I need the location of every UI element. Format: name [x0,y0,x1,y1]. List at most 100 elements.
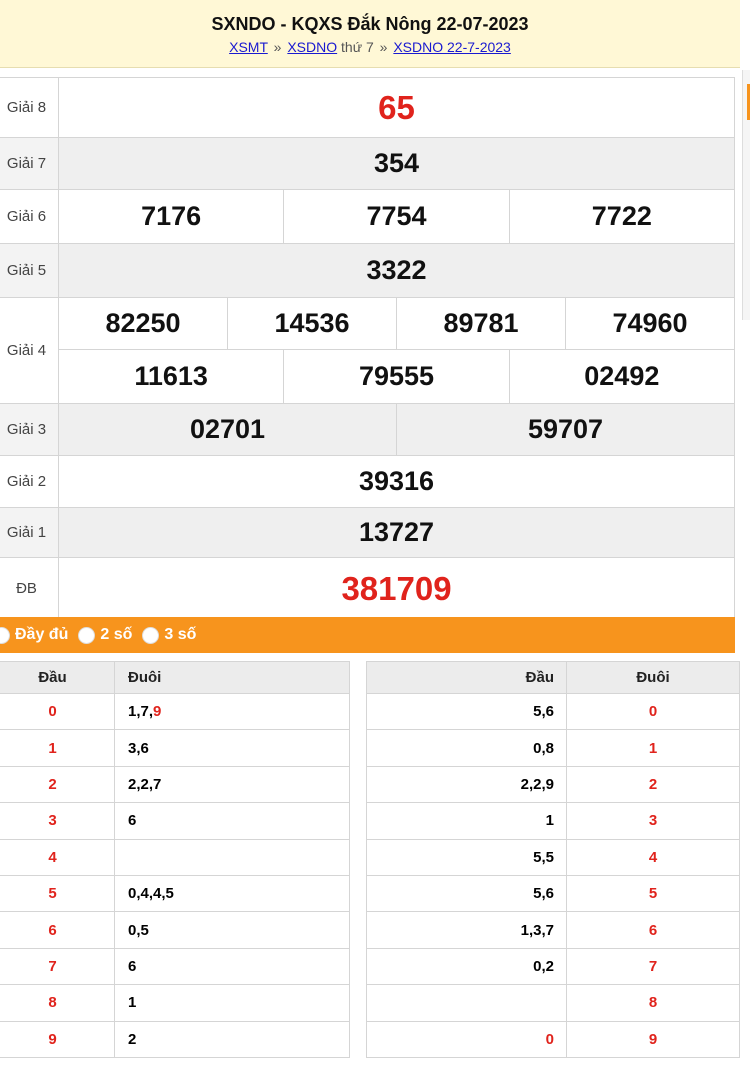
loto-head-digit: 9 [0,1020,115,1058]
loto-tail-text: 6 [128,957,137,975]
loto-tail-values: 6 [114,947,350,986]
prize-number-special: 381709 [341,569,452,607]
filter-option-label: Đầy đủ [15,626,69,643]
table-row: 92 [0,1020,350,1058]
loto-tail-text: 0,5 [128,921,149,939]
loto-tail-values: 0,4,4,5 [114,874,350,913]
prize-label-db: ĐB [0,557,59,620]
prize-value-g1: 13727 [58,507,735,558]
loto-tail-digit: 1 [566,729,740,767]
prize-label-g4: Giải 4 [0,297,59,404]
breadcrumb-link-xsmt[interactable]: XSMT [229,39,268,55]
prize-number: 02492 [584,361,660,391]
loto-head-values: 5,6 [366,692,567,731]
prize-value-g5: 3322 [58,243,735,298]
loto-head-digit: 6 [0,911,115,949]
breadcrumb-separator: » [379,39,388,55]
page-header: SXNDO - KQXS Đắk Nông 22-07-2023 XSMT » … [0,0,740,68]
loto-head-values: 0,8 [366,729,567,767]
table-row: 6 0,5 [0,911,350,949]
breadcrumb-link-date[interactable]: XSDNO 22-7-2023 [393,39,511,55]
table-row: 5,5 4 [366,838,740,876]
loto-tail-values: 0,5 [114,911,350,949]
loto-head-digit: 5 [0,874,115,913]
table-row: 0,8 1 [366,729,740,767]
table-row: 1 3,6 [0,729,350,767]
loto-tail-text: 2 [128,1030,137,1048]
prize-label-g1: Giải 1 [0,507,59,558]
loto-tail-digit: 6 [566,911,740,949]
loto-tail-text: 1,7, [128,703,154,721]
loto-tail-text: 6 [128,812,137,830]
sidebar-edge [742,70,750,320]
column-header-tail: Đuôi [114,661,350,694]
prize-number: 89781 [443,308,519,338]
prize-value-g8: 65 [58,77,735,138]
column-header-head: Đầu [366,661,567,694]
loto-tail-digit: 2 [566,765,740,804]
prize-number: 14536 [274,308,350,338]
loto-head-values: 2,2,9 [366,765,567,804]
column-header-head: Đầu [0,661,115,694]
prize-value-g7: 354 [58,137,735,190]
table-row: 5,6 5 [366,874,740,913]
prize-number: 39316 [358,466,435,496]
table-row: 0,2 7 [366,947,740,986]
table-row: 4 [0,838,350,876]
loto-tail-text: 1 [128,994,137,1012]
filter-option-2-digits[interactable]: 2 số [78,626,132,644]
prize-number: 65 [378,88,415,126]
table-row: 76 [0,947,350,986]
loto-tail-table: Đầu Đuôi 5,6 0 0,8 1 2,2,9 2 1 3 5,5 4 5,6 5 1,3,7 6 0… [366,661,740,1058]
prize-label-g7: Giải 7 [0,137,59,190]
loto-head-digit: 1 [0,729,115,767]
loto-tail-values: 1,7,9 [114,692,350,731]
loto-tail-text: 3,6 [128,739,149,757]
loto-head-digit: 2 [0,765,115,804]
table-row: 81 [0,984,350,1022]
loto-head-values [366,984,567,1022]
prize-number: 7176 [141,201,202,231]
prize-label-g8: Giải 8 [0,77,59,138]
loto-tail-values: 1 [114,984,350,1022]
loto-tail-values: 6 [114,802,350,840]
filter-option-label: 3 số [164,626,197,643]
loto-tail-text: 2,2,7 [128,775,162,793]
prize-number: 74960 [612,308,688,338]
loto-head-values: 5,5 [366,838,567,876]
display-filter-bar: Đầy đủ 2 số 3 số [0,617,735,653]
table-row: 13 [366,802,740,840]
prize-label-g6: Giải 6 [0,189,59,244]
loto-head-values: 5,6 [366,874,567,913]
prize-value-g2: 39316 [58,455,735,508]
loto-head-table: Đầu Đuôi 0 1,7,9 1 3,6 2 2,2,7 3 6 4 5 0,4,4,5 6 0,5… [0,661,350,1058]
breadcrumb-link-xsdno[interactable]: XSDNO [287,39,337,55]
filter-option-3-digits[interactable]: 3 số [142,626,196,644]
loto-head-values: 1,3,7 [366,911,567,949]
loto-tail-digit: 8 [566,984,740,1022]
loto-head-digit: 0 [0,692,115,731]
loto-tail-digit: 7 [566,947,740,986]
page-title: SXNDO - KQXS Đắk Nông 22-07-2023 [211,14,529,34]
loto-tail-values [114,838,350,876]
loto-head-digit: 7 [0,947,115,986]
table-row: 0 1,7,9 [0,692,350,731]
loto-tail-special: 9 [153,703,162,721]
column-header-tail: Đuôi [566,661,740,694]
prize-value-db: 381709 [58,557,735,620]
loto-tail-values: 2,2,7 [114,765,350,804]
loto-tail-values: 3,6 [114,729,350,767]
prize-number: 59707 [527,414,604,444]
loto-head-digit: 8 [0,984,115,1022]
loto-tail-text: 0,4,4,5 [128,885,174,903]
table-row: 5,6 0 [366,692,740,731]
radio-icon[interactable] [142,626,160,644]
table-row: 2 2,2,7 [0,765,350,804]
prize-value-g3: 02701 59707 [58,403,735,456]
radio-icon[interactable] [78,626,96,644]
loto-tail-digit: 4 [566,838,740,876]
loto-tail-digit: 9 [566,1020,740,1058]
filter-option-full[interactable]: Đầy đủ [0,626,68,644]
radio-icon[interactable] [0,626,10,644]
table-row: 1,3,7 6 [366,911,740,949]
